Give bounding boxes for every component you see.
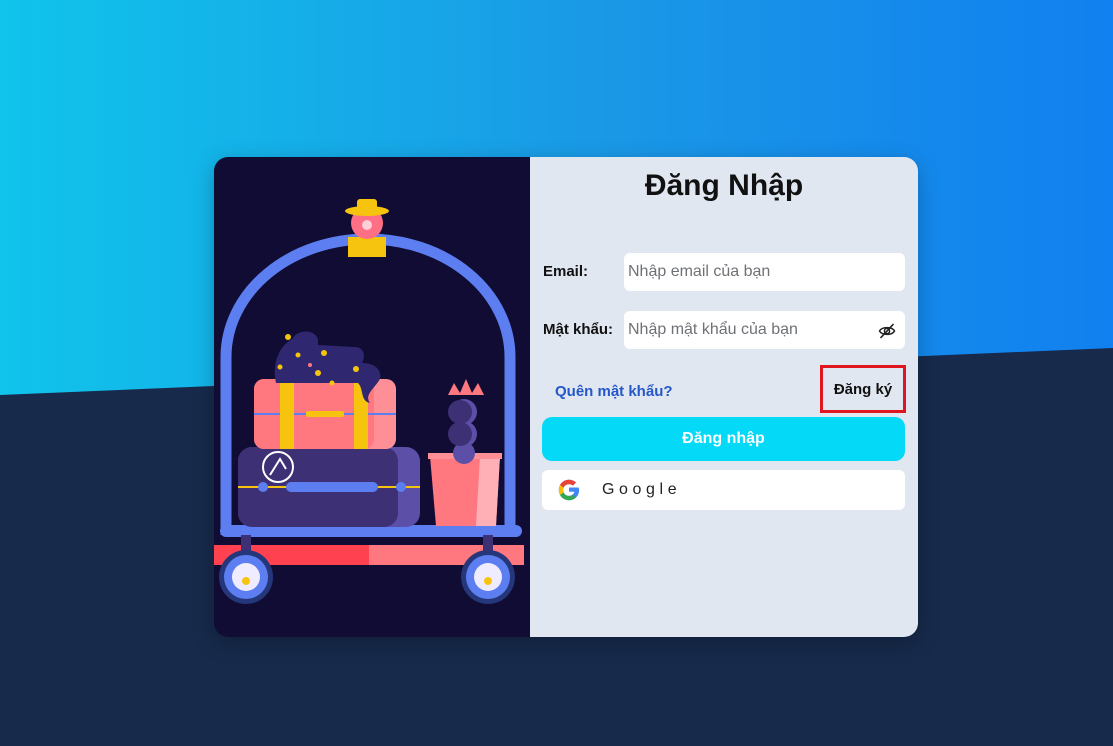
google-logo-icon: [556, 477, 582, 506]
google-login-button[interactable]: Google: [542, 470, 905, 510]
google-button-label: Google: [602, 481, 682, 498]
eye-slash-icon[interactable]: [878, 322, 896, 340]
register-link[interactable]: Đăng ký: [820, 365, 906, 413]
login-card: Đăng Nhập Email: Mật khẩu: Quên mật khẩu…: [214, 157, 918, 637]
luggage-cart-drawing: [214, 199, 524, 604]
login-form: Đăng Nhập Email: Mật khẩu: Quên mật khẩu…: [530, 157, 918, 637]
password-field[interactable]: [624, 311, 905, 349]
password-label: Mật khẩu:: [543, 321, 614, 338]
email-field[interactable]: [624, 253, 905, 291]
forgot-password-link[interactable]: Quên mật khẩu?: [555, 383, 673, 400]
page-title: Đăng Nhập: [644, 169, 804, 202]
login-button[interactable]: Đăng nhập: [542, 417, 905, 461]
luggage-cart-illustration: [214, 157, 530, 637]
email-label: Email:: [543, 263, 589, 280]
